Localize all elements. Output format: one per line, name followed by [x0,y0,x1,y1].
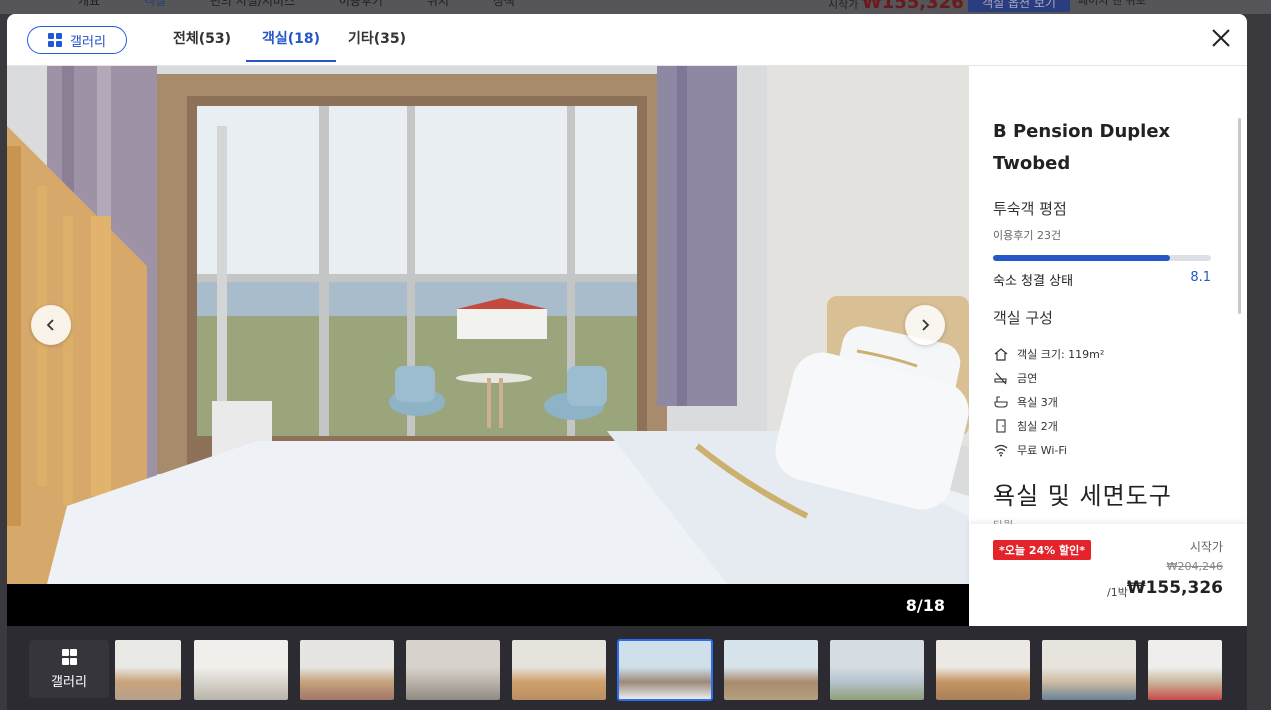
rating-value: 8.1 [1190,270,1211,285]
tab-other[interactable]: 기타(35) [348,14,406,62]
bg-nav-item: 정책 [492,0,515,8]
per-night-label: /1박 [1107,586,1128,599]
chevron-right-icon [922,319,930,331]
room-info-scroll[interactable]: B Pension Duplex Twobed 투숙객 평점 이용후기 23건 … [969,66,1247,524]
thumbnail-photo[interactable] [1148,640,1222,700]
gallery-button-label: 갤러리 [70,34,106,50]
bath-first-item: 타월 [993,517,1211,524]
final-price: ₩155,326 [1126,578,1223,598]
thumbnail-photo[interactable] [406,640,500,700]
panel-scrollbar[interactable] [1238,118,1241,314]
photo-counter: 8/18 [905,596,945,615]
amenity-item: 객실 크기: 119m² [993,342,1211,366]
bg-room-options-button: 객실 옵션 보기 [968,0,1070,12]
door-icon [993,418,1009,434]
chevron-left-icon [46,319,54,331]
no-smoking-icon [993,370,1009,386]
thumbnail-photo[interactable] [512,640,606,700]
bg-price-value: ₩155,326 [861,0,964,13]
bg-nav-item: 객실 [143,0,167,8]
prev-photo-button[interactable] [31,305,71,345]
bg-nav-item: 개요 [78,0,101,8]
bg-price: 시작가 ₩155,326 [828,0,964,13]
gallery-button[interactable]: 갤러리 [27,26,127,54]
thumb-gallery-label: 갤러리 [51,674,87,690]
bg-back-to-top: 페이지 맨 위로 [1078,0,1146,7]
from-label: 시작가 [1189,540,1223,554]
thumb-gallery-button[interactable]: 갤러리 [29,640,109,698]
gallery-modal: 갤러리 전체(53) 객실(18) 기타(35) 8/18 B Pension … [7,14,1247,626]
rating-row: 숙소 청결 상태 8.1 [993,270,1211,289]
thumbnail-photo[interactable] [830,640,924,700]
thumbnail-photo[interactable] [1042,640,1136,700]
rating-bar [993,255,1211,261]
amenity-list: 객실 크기: 119m² 금연 욕실 3개 침실 2개 무료 Wi-Fi [993,342,1211,462]
room-name: B Pension Duplex Twobed [993,121,1171,174]
amenity-label: 침실 2개 [1017,420,1058,433]
thumbnail-photo[interactable] [115,640,181,700]
original-price: ₩204,246 [1166,560,1223,573]
price-box: *오늘 24% 할인* 시작가 ₩204,246 /1박 ₩155,326 [969,524,1247,626]
background-page-header: 개요 객실 편의 시설/서비스 이용후기 위치 정책 시작가 ₩155,326 … [0,0,1271,14]
amenity-item: 욕실 3개 [993,390,1211,414]
rating-label: 숙소 청결 상태 [993,274,1074,289]
amenity-label: 금연 [1017,372,1038,385]
bath-title: 욕실 및 세면도구 [993,482,1172,510]
tab-all[interactable]: 전체(53) [173,14,231,62]
close-icon[interactable] [1209,26,1233,50]
bg-price-label: 시작가 [828,0,859,11]
background-nav: 개요 객실 편의 시설/서비스 이용후기 위치 정책 [78,0,555,9]
review-count: 이용후기 23건 [993,229,1062,242]
amenity-item: 금연 [993,366,1211,390]
photo-counter-bar: 8/18 [7,584,969,626]
amenity-item: 무료 Wi-Fi [993,438,1211,462]
composition-title: 객실 구성 [993,309,1053,327]
house-icon [993,346,1009,362]
thumbnail-photo[interactable] [724,640,818,700]
bg-nav-item: 이용후기 [338,0,383,8]
next-photo-button[interactable] [905,305,945,345]
amenity-label: 객실 크기: 119m² [1017,348,1105,361]
grid-icon [62,648,77,665]
grid-icon [48,33,63,47]
tab-room[interactable]: 객실(18) [246,14,337,62]
rating-title: 투숙객 평점 [993,200,1067,218]
thumbnail-photo[interactable] [617,639,713,701]
bg-nav-item: 위치 [426,0,449,8]
thumbnail-strip: 갤러리 [7,626,1247,710]
rating-fill [993,255,1170,261]
wifi-icon [993,442,1009,458]
modal-topbar: 갤러리 전체(53) 객실(18) 기타(35) [7,14,1247,66]
thumbnail-photo[interactable] [300,640,394,700]
discount-badge: *오늘 24% 할인* [993,540,1091,560]
thumbnail-photo[interactable] [194,640,288,700]
main-photo [7,66,969,584]
bathtub-icon [993,394,1009,410]
room-info-panel: B Pension Duplex Twobed 투숙객 평점 이용후기 23건 … [969,66,1247,626]
amenity-label: 무료 Wi-Fi [1017,444,1067,457]
amenity-label: 욕실 3개 [1017,396,1058,409]
thumbnail-photo[interactable] [936,640,1030,700]
amenity-item: 침실 2개 [993,414,1211,438]
bg-nav-item: 편의 시설/서비스 [209,0,295,8]
